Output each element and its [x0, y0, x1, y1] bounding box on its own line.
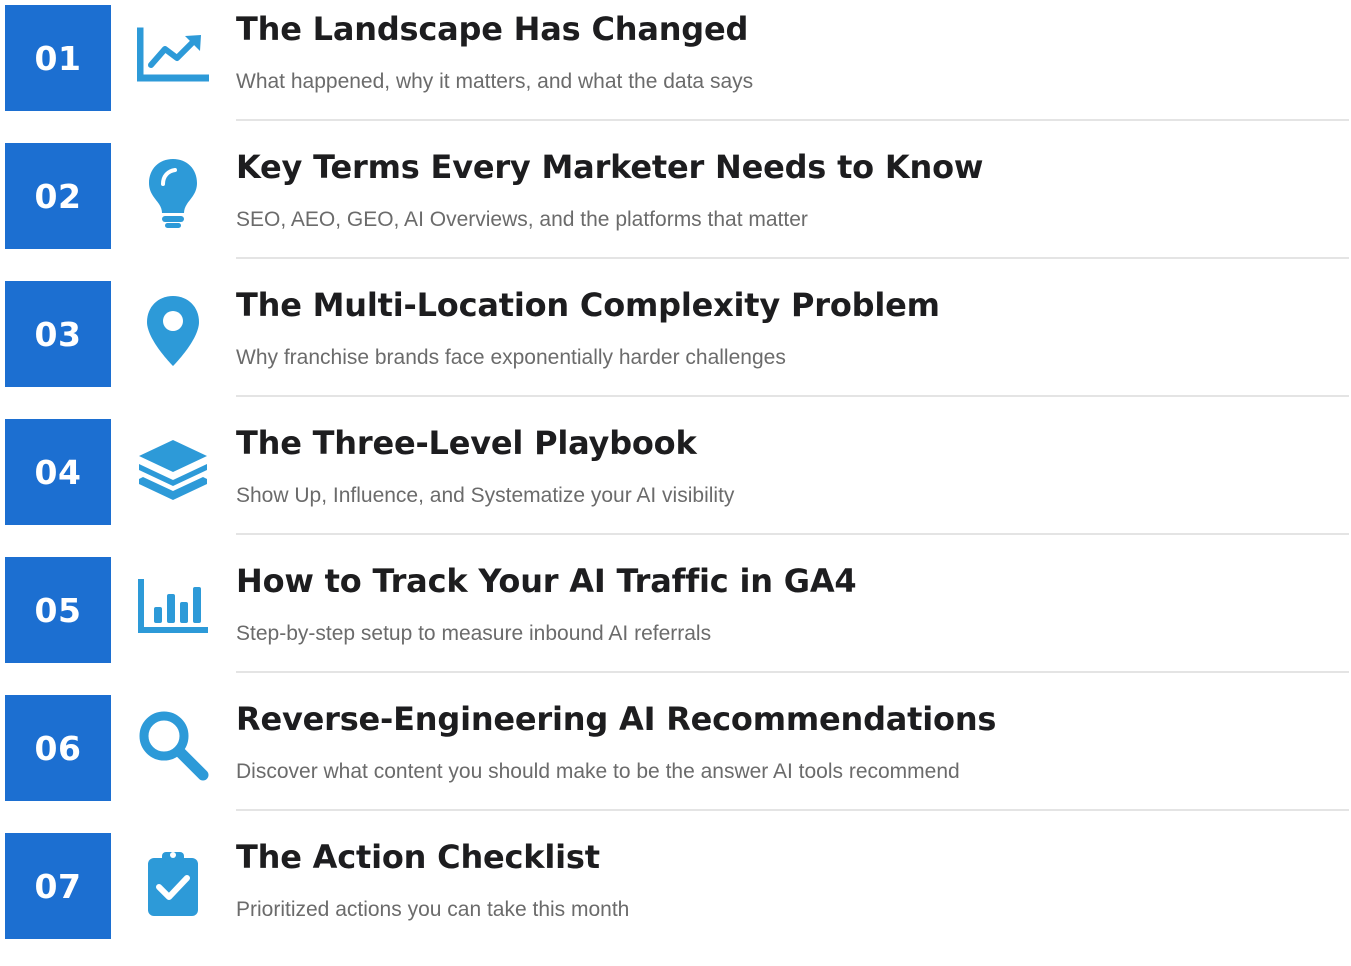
- toc-item-1[interactable]: 01 The Landscape Has Changed What happen…: [0, 0, 1351, 138]
- section-title: The Multi-Location Complexity Problem: [236, 286, 940, 324]
- section-number: 04: [5, 419, 111, 525]
- toc-item-6[interactable]: 06 Reverse-Engineering AI Recommendation…: [0, 690, 1351, 828]
- section-number: 06: [5, 695, 111, 801]
- search-icon: [136, 708, 210, 782]
- section-number: 03: [5, 281, 111, 387]
- divider: [236, 257, 1349, 259]
- section-subtitle: Discover what content you should make to…: [236, 760, 960, 783]
- table-of-contents: 01 The Landscape Has Changed What happen…: [0, 0, 1351, 945]
- section-number: 05: [5, 557, 111, 663]
- bar-chart-icon: [136, 570, 210, 644]
- section-subtitle: Step-by-step setup to measure inbound AI…: [236, 622, 712, 645]
- section-number: 02: [5, 143, 111, 249]
- section-subtitle: Prioritized actions you can take this mo…: [236, 898, 630, 921]
- section-subtitle: What happened, why it matters, and what …: [236, 70, 754, 93]
- section-number: 07: [5, 833, 111, 939]
- trending-up-chart-icon: [136, 18, 210, 92]
- toc-item-3[interactable]: 03 The Multi-Location Complexity Problem…: [0, 276, 1351, 414]
- divider: [236, 119, 1349, 121]
- clipboard-check-icon: [136, 846, 210, 920]
- toc-item-5[interactable]: 05 How to Track Your AI Traffic in GA4 S…: [0, 552, 1351, 690]
- section-subtitle: Show Up, Influence, and Systematize your…: [236, 484, 735, 507]
- toc-item-4[interactable]: 04 The Three-Level Playbook Show Up, Inf…: [0, 414, 1351, 552]
- divider: [236, 671, 1349, 673]
- section-number: 01: [5, 5, 111, 111]
- toc-item-7[interactable]: 07 The Action Checklist Prioritized acti…: [0, 828, 1351, 966]
- section-title: How to Track Your AI Traffic in GA4: [236, 562, 857, 600]
- section-title: The Action Checklist: [236, 838, 600, 876]
- toc-item-2[interactable]: 02 Key Terms Every Marketer Needs to Kno…: [0, 138, 1351, 276]
- layers-icon: [136, 432, 210, 506]
- divider: [236, 533, 1349, 535]
- divider: [236, 809, 1349, 811]
- section-subtitle: Why franchise brands face exponentially …: [236, 346, 786, 369]
- section-title: Key Terms Every Marketer Needs to Know: [236, 148, 984, 186]
- section-title: Reverse-Engineering AI Recommendations: [236, 700, 997, 738]
- map-pin-icon: [136, 294, 210, 368]
- section-title: The Three-Level Playbook: [236, 424, 697, 462]
- lightbulb-icon: [136, 156, 210, 230]
- section-subtitle: SEO, AEO, GEO, AI Overviews, and the pla…: [236, 208, 808, 231]
- section-title: The Landscape Has Changed: [236, 10, 749, 48]
- divider: [236, 395, 1349, 397]
